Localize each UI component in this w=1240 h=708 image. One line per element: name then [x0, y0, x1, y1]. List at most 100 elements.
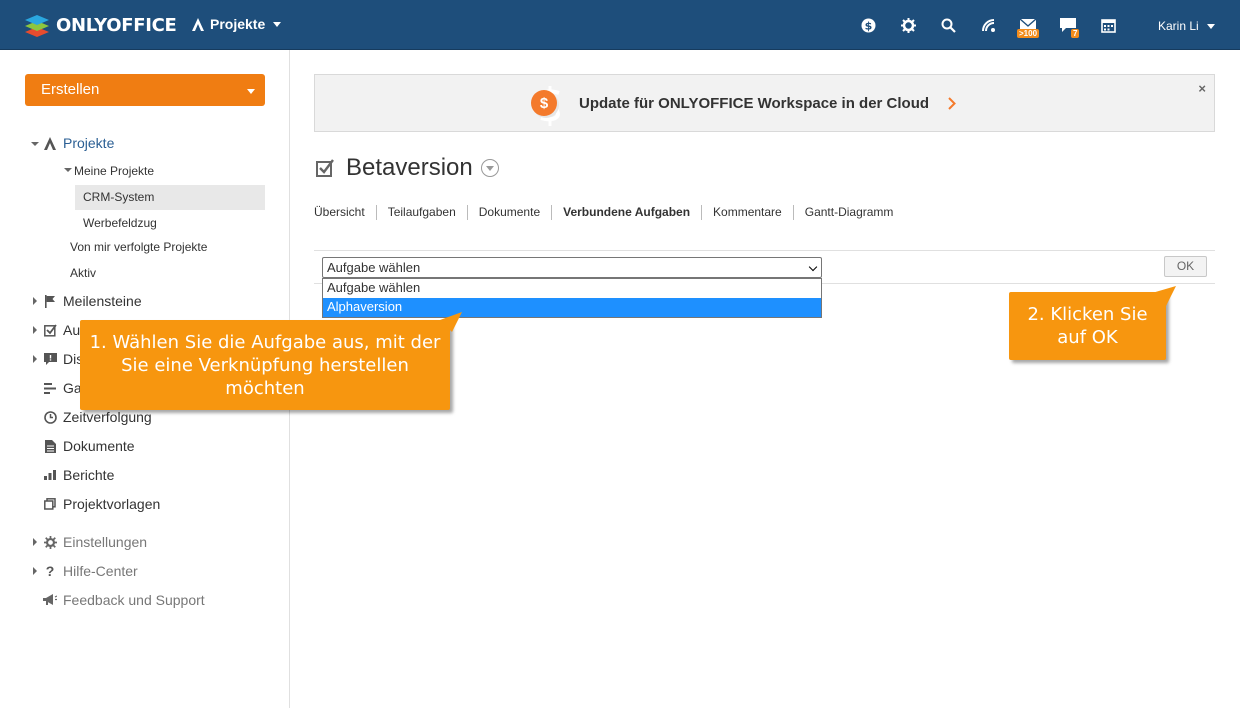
- sidebar-item-label: Dokumente: [63, 438, 135, 454]
- flag-icon: [43, 294, 57, 308]
- chevron-down-icon: [808, 262, 818, 272]
- megaphone-icon: [43, 593, 57, 607]
- sidebar-item-label: Einstellungen: [63, 534, 148, 550]
- mail-icon[interactable]: >100: [1017, 17, 1040, 38]
- logo[interactable]: ONLYOFFICE: [24, 12, 177, 38]
- chevron-down-icon: [247, 89, 255, 94]
- expand-my-projects-toggle[interactable]: [64, 168, 72, 172]
- gear-icon: [43, 535, 57, 549]
- discussion-icon: [43, 352, 57, 366]
- sidebar-item-help-center[interactable]: ? Hilfe-Center: [43, 563, 138, 579]
- callout-step-2: 2. Klicken Sie auf OK: [1009, 292, 1166, 360]
- banner-close-icon[interactable]: ×: [1198, 81, 1206, 96]
- task-select-dropdown: Aufgabe wählen Alphaversion: [322, 278, 822, 318]
- task-select-value: Aufgabe wählen: [327, 260, 421, 275]
- task-checkbox-icon: [316, 159, 334, 177]
- clock-icon: [43, 410, 57, 424]
- task-actions-dropdown-icon[interactable]: [480, 159, 499, 177]
- module-switcher[interactable]: Projekte: [192, 16, 282, 32]
- projects-icon: [43, 136, 57, 150]
- sidebar-item-label: Hilfe-Center: [63, 563, 138, 579]
- bar-chart-icon: [43, 468, 57, 482]
- task-tabs: Übersicht Teilaufgaben Dokumente Verbund…: [314, 205, 904, 220]
- expand-discussions-toggle[interactable]: [33, 355, 37, 363]
- sidebar-item-feedback[interactable]: Feedback und Support: [43, 592, 205, 608]
- expand-settings-toggle[interactable]: [33, 538, 37, 546]
- top-bar: ONLYOFFICE Projekte $ >100 7 Karin Li: [0, 0, 1240, 50]
- create-button[interactable]: Erstellen: [25, 74, 265, 106]
- sidebar-item-time-tracking[interactable]: Zeitverfolgung: [43, 409, 152, 425]
- sidebar-item-label: Zeitverfolgung: [63, 409, 152, 425]
- tab-documents[interactable]: Dokumente: [466, 205, 551, 220]
- sidebar-item-label: Au: [63, 322, 81, 338]
- chat-icon[interactable]: 7: [1060, 17, 1080, 38]
- calendar-icon[interactable]: [1100, 17, 1116, 33]
- onlyoffice-logo-icon: [24, 12, 50, 38]
- chevron-down-icon: [1206, 23, 1215, 29]
- sidebar-item-gantt[interactable]: Ga: [43, 380, 82, 396]
- callout-step-1-text: 1. Wählen Sie die Aufgabe aus, mit der S…: [89, 332, 441, 399]
- chat-badge: 7: [1071, 29, 1080, 38]
- sidebar-item-projects[interactable]: Projekte: [43, 135, 114, 151]
- expand-projects-toggle[interactable]: [31, 142, 39, 146]
- tab-comments[interactable]: Kommentare: [701, 205, 793, 220]
- banner-text[interactable]: Update für ONLYOFFICE Workspace in der C…: [579, 95, 929, 112]
- option-choose-task[interactable]: Aufgabe wählen: [323, 279, 821, 298]
- create-button-label: Erstellen: [41, 81, 100, 98]
- divider: [314, 250, 1215, 251]
- sidebar-item-my-projects[interactable]: Meine Projekte: [74, 164, 154, 178]
- chevron-right-icon: [948, 97, 956, 110]
- sidebar-item-milestones[interactable]: Meilensteine: [43, 293, 142, 309]
- tab-linked-tasks[interactable]: Verbundene Aufgaben: [551, 205, 701, 220]
- tab-overview[interactable]: Übersicht: [314, 205, 376, 220]
- callout-step-2-text: 2. Klicken Sie auf OK: [1027, 304, 1148, 348]
- sidebar-item-crm-system[interactable]: CRM-System: [83, 190, 154, 204]
- sidebar-item-label: Meilensteine: [63, 293, 142, 309]
- sidebar-item-label: Berichte: [63, 467, 115, 483]
- sidebar-item-templates[interactable]: Projektvorlagen: [43, 496, 160, 512]
- logo-text: ONLYOFFICE: [56, 14, 177, 36]
- payments-icon[interactable]: $: [860, 17, 876, 33]
- expand-milestones-toggle[interactable]: [33, 297, 37, 305]
- module-label: Projekte: [210, 16, 266, 32]
- ok-button[interactable]: OK: [1164, 256, 1207, 277]
- page-title: Betaversion: [346, 154, 473, 181]
- checkbox-icon: [43, 323, 57, 337]
- sidebar-item-settings[interactable]: Einstellungen: [43, 534, 147, 550]
- gear-icon[interactable]: [900, 17, 916, 33]
- chevron-down-icon: [273, 21, 282, 27]
- feed-icon[interactable]: [980, 17, 996, 33]
- tab-subtasks[interactable]: Teilaufgaben: [375, 205, 467, 220]
- sidebar-item-tasks[interactable]: Au: [43, 322, 80, 338]
- task-title-row: Betaversion: [316, 154, 499, 182]
- sidebar-item-label: Projektvorlagen: [63, 496, 161, 512]
- user-name: Karin Li: [1158, 19, 1199, 33]
- projects-module-icon: [192, 17, 204, 31]
- template-icon: [43, 497, 57, 511]
- sidebar-item-label: Feedback und Support: [63, 592, 205, 608]
- expand-tasks-toggle[interactable]: [33, 326, 37, 334]
- sidebar-item-werbefeldzug[interactable]: Werbefeldzug: [83, 216, 157, 230]
- svg-text:$: $: [864, 19, 872, 32]
- dollar-coin-icon: $: [531, 90, 557, 116]
- sidebar-item-active[interactable]: Aktiv: [70, 266, 96, 280]
- mail-badge: >100: [1017, 29, 1040, 38]
- search-icon[interactable]: [940, 17, 956, 33]
- sidebar-item-label: Projekte: [63, 135, 115, 151]
- option-alphaversion[interactable]: Alphaversion: [323, 298, 821, 317]
- sidebar-item-label: Ga: [63, 380, 82, 396]
- tab-gantt-chart[interactable]: Gantt-Diagramm: [792, 205, 905, 220]
- expand-help-toggle[interactable]: [33, 567, 37, 575]
- task-select[interactable]: Aufgabe wählen: [322, 257, 822, 278]
- sidebar-item-reports[interactable]: Berichte: [43, 467, 114, 483]
- promo-banner[interactable]: $ Update für ONLYOFFICE Workspace in der…: [314, 74, 1215, 132]
- question-icon: ?: [45, 563, 55, 579]
- document-icon: [43, 439, 57, 453]
- sidebar-item-discussions[interactable]: Dis: [43, 351, 83, 367]
- sidebar-item-followed-projects[interactable]: Von mir verfolgte Projekte: [70, 240, 207, 254]
- callout-step-1-pointer: [440, 312, 462, 332]
- callout-step-2-pointer: [1152, 286, 1176, 306]
- gantt-icon: [43, 381, 57, 395]
- sidebar-item-documents[interactable]: Dokumente: [43, 438, 135, 454]
- user-menu[interactable]: Karin Li: [1158, 19, 1215, 33]
